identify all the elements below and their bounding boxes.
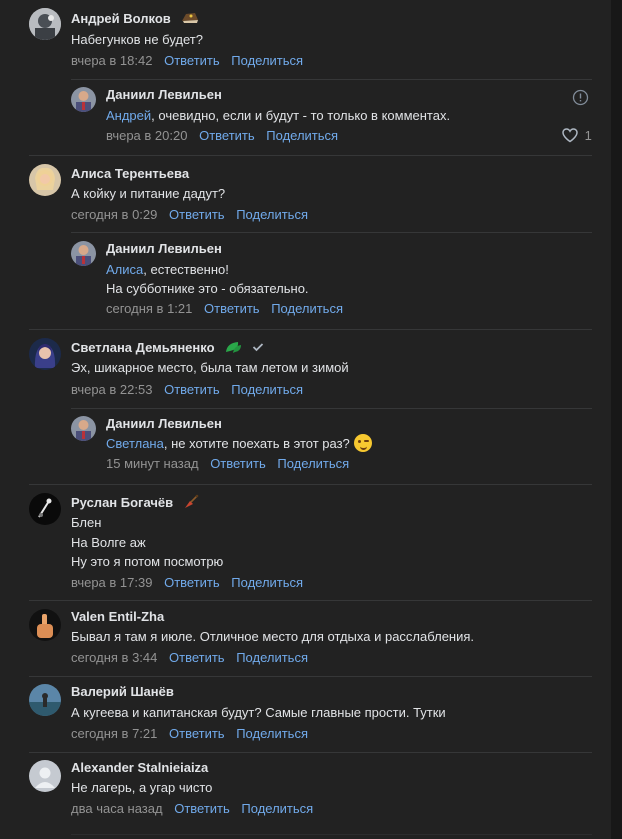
avatar[interactable] (29, 338, 61, 370)
divider (71, 79, 592, 80)
comment-time[interactable]: сегодня в 7:21 (71, 726, 157, 741)
divider (29, 600, 592, 601)
divider (29, 484, 592, 485)
like-count: 1 (584, 128, 592, 143)
share-button[interactable]: Поделиться (236, 726, 308, 741)
reply-button[interactable]: Ответить (169, 207, 225, 222)
comment-author[interactable]: Даниил Левильен (106, 241, 222, 256)
divider (71, 232, 592, 233)
comment-meta: сегодня в 0:29 Ответить Поделиться (71, 207, 308, 222)
comment-meta: вчера в 20:20 Ответить Поделиться (106, 128, 338, 143)
comment-time[interactable]: вчера в 20:20 (106, 128, 187, 143)
comment-meta: вчера в 22:53 Ответить Поделиться (71, 382, 303, 397)
verified-check-icon (252, 341, 264, 356)
avatar[interactable] (29, 684, 61, 716)
comment-text: Алиса, естественно! (106, 262, 229, 277)
comment-text: Эх, шикарное место, была там летом и зим… (71, 360, 349, 375)
share-button[interactable]: Поделиться (231, 575, 303, 590)
comment-text: А койку и питание дадут? (71, 186, 226, 201)
reply-button[interactable]: Ответить (164, 53, 220, 68)
avatar[interactable] (29, 609, 61, 641)
avatar[interactable] (29, 8, 61, 40)
comment-time[interactable]: вчера в 17:39 (71, 575, 152, 590)
comment-author[interactable]: Даниил Левильен (106, 416, 222, 431)
more-options-icon[interactable] (572, 89, 589, 111)
comment-time[interactable]: сегодня в 0:29 (71, 207, 157, 222)
comment-time[interactable]: 15 минут назад (106, 456, 199, 471)
mention-link[interactable]: Алиса (106, 262, 143, 277)
comment-text: Бывал я там я июле. Отличное место для о… (71, 629, 475, 644)
avatar[interactable] (29, 493, 61, 525)
comment-time[interactable]: сегодня в 1:21 (106, 301, 192, 316)
comment-meta: два часа назад Ответить Поделиться (71, 801, 313, 816)
share-button[interactable]: Поделиться (236, 650, 308, 665)
reply-button[interactable]: Ответить (174, 801, 230, 816)
comment-time[interactable]: сегодня в 3:44 (71, 650, 157, 665)
comment-text: На субботнике это - обязательно. (106, 281, 309, 296)
divider (71, 834, 592, 835)
mention-link[interactable]: Андрей (106, 108, 151, 123)
comment-author[interactable]: Даниил Левильен (106, 87, 222, 102)
comment-meta: сегодня в 3:44 Ответить Поделиться (71, 650, 308, 665)
comment-time[interactable]: вчера в 22:53 (71, 382, 152, 397)
comment-text: Светлана, не хотите поехать в этот раз? (106, 434, 372, 454)
comment-text: На Волге аж (71, 535, 146, 550)
avatar[interactable] (29, 164, 61, 196)
comment-author[interactable]: Андрей Волков (71, 11, 200, 28)
avatar[interactable] (71, 416, 96, 441)
divider (29, 676, 592, 677)
comment-meta: сегодня в 1:21 Ответить Поделиться (106, 301, 343, 316)
share-button[interactable]: Поделиться (271, 301, 343, 316)
comment-author[interactable]: Alexander Stalnieiaiza (71, 760, 208, 775)
comment-author[interactable]: Руслан Богачёв (71, 494, 199, 513)
reply-button[interactable]: Ответить (169, 650, 225, 665)
avatar[interactable] (29, 760, 61, 792)
comment-text: Андрей, очевидно, если и будут - то толь… (106, 108, 451, 123)
share-button[interactable]: Поделиться (236, 207, 308, 222)
comment-text: Набегунков не будет? (71, 32, 203, 47)
ushanka-hat-icon (180, 11, 200, 28)
share-button[interactable]: Поделиться (231, 53, 303, 68)
comment-meta: 15 минут назад Ответить Поделиться (106, 456, 349, 471)
comment-author[interactable]: Valen Entil-Zha (71, 609, 164, 624)
comment-text: Ну это я потом посмотрю (71, 554, 224, 569)
comment-meta: вчера в 17:39 Ответить Поделиться (71, 575, 303, 590)
reply-button[interactable]: Ответить (204, 301, 260, 316)
reply-button[interactable]: Ответить (210, 456, 266, 471)
reply-button[interactable]: Ответить (169, 726, 225, 741)
scrollbar-track[interactable] (611, 0, 622, 839)
comment-text: Блен (71, 515, 102, 530)
mention-link[interactable]: Светлана (106, 436, 164, 451)
divider (71, 408, 592, 409)
comment-meta: сегодня в 7:21 Ответить Поделиться (71, 726, 308, 741)
comment-author[interactable]: Алиса Терентьева (71, 166, 189, 181)
divider (29, 752, 592, 753)
share-button[interactable]: Поделиться (231, 382, 303, 397)
comment-text: А кугеева и капитанская будут? Самые гла… (71, 705, 446, 720)
avatar[interactable] (71, 241, 96, 266)
winking-face-emoji (353, 434, 372, 452)
divider (29, 155, 592, 156)
reply-button[interactable]: Ответить (199, 128, 255, 143)
comment-author[interactable]: Валерий Шанёв (71, 684, 174, 699)
comments-panel: Андрей Волков Набегунков не будет? вчера… (0, 0, 611, 839)
reply-button[interactable]: Ответить (164, 382, 220, 397)
comment-meta: вчера в 18:42 Ответить Поделиться (71, 53, 303, 68)
share-button[interactable]: Поделиться (241, 801, 313, 816)
like-button[interactable]: 1 (561, 127, 592, 143)
comment-text: Не лагерь, а угар чисто (71, 780, 213, 795)
reply-button[interactable]: Ответить (164, 575, 220, 590)
divider (29, 329, 592, 330)
comment-time[interactable]: вчера в 18:42 (71, 53, 152, 68)
share-button[interactable]: Поделиться (266, 128, 338, 143)
comment-time[interactable]: два часа назад (71, 801, 163, 816)
comment-author[interactable]: Светлана Демьяненко (71, 340, 264, 357)
balalaika-icon (183, 494, 199, 513)
avatar[interactable] (71, 87, 96, 112)
green-leaf-icon (224, 340, 242, 357)
share-button[interactable]: Поделиться (277, 456, 349, 471)
heart-icon (562, 128, 578, 143)
